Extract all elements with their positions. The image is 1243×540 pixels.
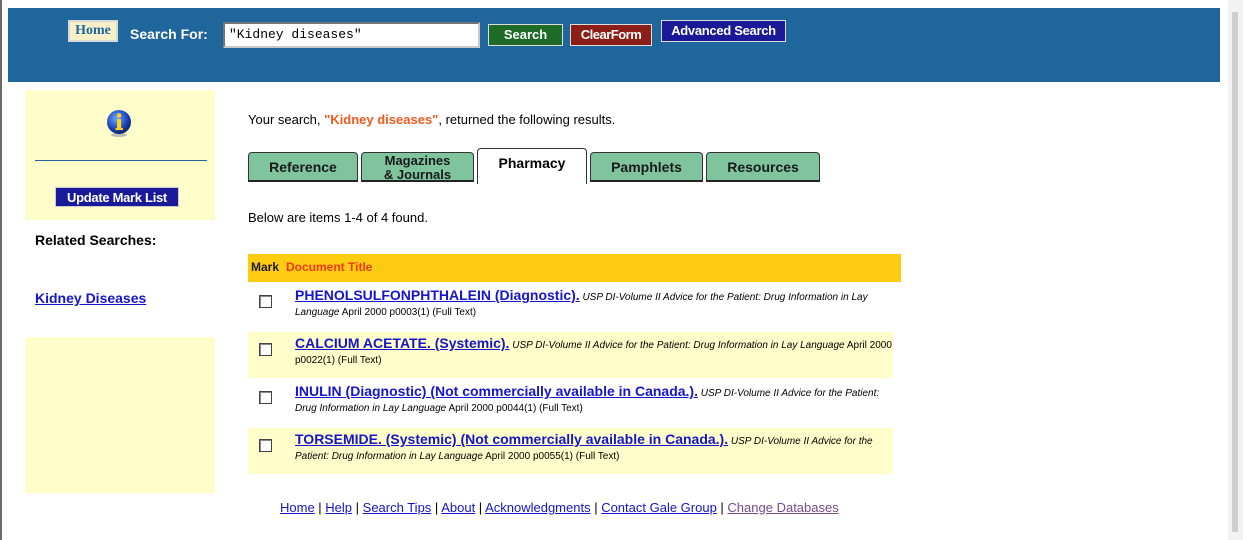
footer-link-help[interactable]: Help bbox=[325, 500, 352, 515]
home-button[interactable]: Home bbox=[68, 20, 118, 42]
top-search-bar: Home Search For: "Kidney diseases" Searc… bbox=[8, 8, 1220, 82]
footer-separator: | bbox=[475, 500, 486, 515]
related-search-link[interactable]: Kidney Diseases bbox=[35, 290, 146, 306]
footer-separator: | bbox=[716, 500, 728, 515]
mark-checkbox[interactable] bbox=[259, 391, 272, 404]
result-meta: April 2000 p0044(1) (Full Text) bbox=[448, 403, 583, 414]
footer-separator: | bbox=[314, 500, 326, 515]
result-text: CALCIUM ACETATE. (Systemic). USP DI-Volu… bbox=[295, 336, 895, 368]
info-icon[interactable] bbox=[104, 108, 134, 138]
tab-pharmacy[interactable]: Pharmacy bbox=[477, 148, 587, 184]
tab-resources[interactable]: Resources bbox=[706, 152, 820, 182]
clear-form-button[interactable]: ClearForm bbox=[570, 24, 652, 46]
footer-links: Home | Help | Search Tips | About | Ackn… bbox=[280, 500, 839, 515]
result-text: PHENOLSULFONPHTHALEIN (Diagnostic). USP … bbox=[295, 288, 895, 320]
footer-link-acknowledgments[interactable]: Acknowledgments bbox=[485, 500, 591, 515]
search-summary-suffix: , returned the following results. bbox=[438, 112, 616, 127]
footer-link-change-databases[interactable]: Change Databases bbox=[727, 500, 838, 515]
result-source: USP DI-Volume II Advice for the Patient:… bbox=[512, 340, 845, 351]
table-row: CALCIUM ACETATE. (Systemic). USP DI-Volu… bbox=[248, 332, 901, 378]
table-row: TORSEMIDE. (Systemic) (Not commercially … bbox=[248, 428, 901, 474]
search-summary-prefix: Your search, bbox=[248, 112, 325, 127]
result-text: INULIN (Diagnostic) (Not commercially av… bbox=[295, 384, 895, 416]
sidebar-divider bbox=[35, 160, 207, 161]
tab-magazines-journals[interactable]: Magazines & Journals bbox=[361, 152, 474, 182]
search-label: Search For: bbox=[130, 26, 208, 42]
tab-label: Pamphlets bbox=[611, 159, 682, 175]
related-searches-heading: Related Searches: bbox=[35, 232, 157, 248]
result-count: Below are items 1-4 of 4 found. bbox=[248, 210, 428, 225]
window-left-border bbox=[0, 0, 2, 540]
document-title-link[interactable]: TORSEMIDE. (Systemic) (Not commercially … bbox=[295, 431, 728, 447]
document-title-link[interactable]: CALCIUM ACETATE. (Systemic). bbox=[295, 335, 509, 351]
sidebar-lower-panel bbox=[25, 337, 215, 493]
footer-separator: | bbox=[590, 500, 602, 515]
search-summary: Your search, "Kidney diseases", returned… bbox=[248, 112, 615, 127]
search-query-highlight: "Kidney diseases" bbox=[324, 112, 439, 127]
search-button[interactable]: Search bbox=[488, 24, 563, 46]
footer-link-home[interactable]: Home bbox=[280, 500, 315, 515]
table-row: INULIN (Diagnostic) (Not commercially av… bbox=[248, 384, 901, 424]
mark-checkbox[interactable] bbox=[259, 343, 272, 356]
results-table: Mark Document Title PHENOLSULFONPHTHALEI… bbox=[248, 254, 901, 474]
mark-checkbox[interactable] bbox=[259, 295, 272, 308]
tab-label: Resources bbox=[727, 159, 799, 175]
tab-label-line2: & Journals bbox=[383, 167, 452, 182]
scrollbar-thumb[interactable] bbox=[1232, 12, 1238, 532]
tab-label-line1: Magazines bbox=[384, 153, 451, 168]
result-text: TORSEMIDE. (Systemic) (Not commercially … bbox=[295, 432, 895, 464]
document-title-link[interactable]: PHENOLSULFONPHTHALEIN (Diagnostic). bbox=[295, 287, 580, 303]
results-header: Mark Document Title bbox=[248, 254, 901, 282]
table-row: PHENOLSULFONPHTHALEIN (Diagnostic). USP … bbox=[248, 288, 901, 328]
footer-link-about[interactable]: About bbox=[441, 500, 475, 515]
tab-pamphlets[interactable]: Pamphlets bbox=[590, 152, 703, 182]
mark-column-header: Mark bbox=[251, 260, 280, 274]
footer-separator: | bbox=[352, 500, 363, 515]
footer-separator: | bbox=[431, 500, 442, 515]
advanced-search-button[interactable]: Advanced Search bbox=[661, 20, 786, 42]
result-meta: April 2000 p0003(1) (Full Text) bbox=[341, 307, 477, 318]
update-mark-list-button[interactable]: Update Mark List bbox=[55, 187, 179, 207]
search-input[interactable]: "Kidney diseases" bbox=[223, 22, 480, 48]
title-column-header: Document Title bbox=[286, 260, 373, 274]
tab-label: Pharmacy bbox=[498, 155, 566, 171]
document-title-link[interactable]: INULIN (Diagnostic) (Not commercially av… bbox=[295, 383, 698, 399]
tab-reference[interactable]: Reference bbox=[248, 152, 358, 182]
tab-label: Reference bbox=[269, 159, 337, 175]
result-meta: April 2000 p0055(1) (Full Text) bbox=[485, 451, 620, 462]
footer-link-contact[interactable]: Contact Gale Group bbox=[601, 500, 717, 515]
mark-checkbox[interactable] bbox=[259, 439, 272, 452]
footer-link-search-tips[interactable]: Search Tips bbox=[363, 500, 432, 515]
